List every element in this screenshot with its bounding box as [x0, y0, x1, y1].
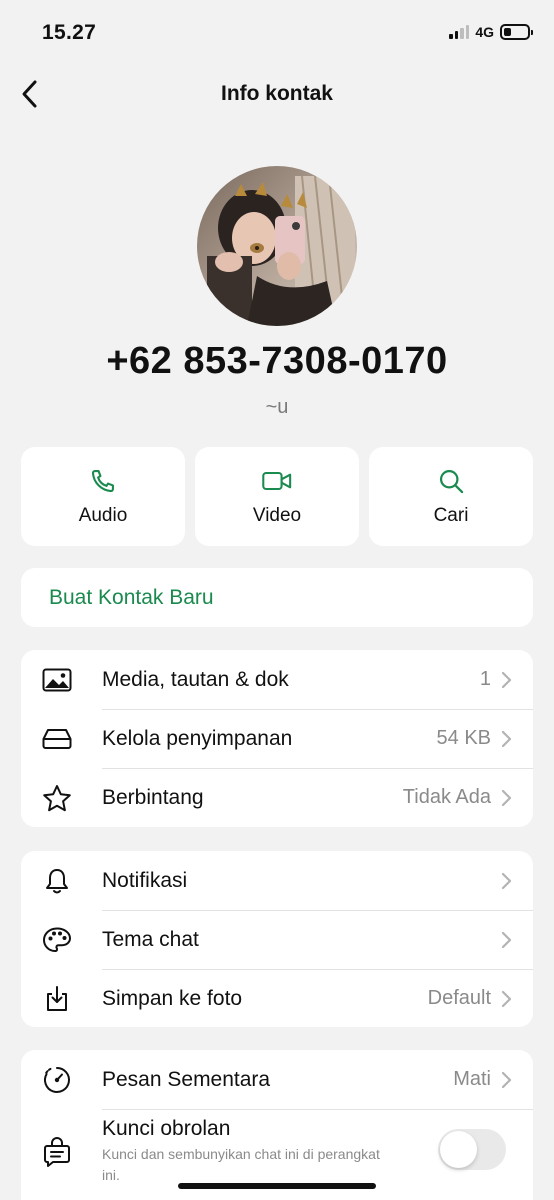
bell-icon: [45, 868, 68, 893]
palette-icon: [42, 927, 71, 952]
chat-theme-row[interactable]: Tema chat: [21, 910, 533, 969]
chat-theme-label: Tema chat: [102, 927, 199, 951]
storage-label: Kelola penyimpanan: [102, 726, 293, 750]
chat-lock-label: Kunci obrolan: [102, 1117, 231, 1140]
starred-value: Tidak Ada: [402, 786, 491, 808]
search-button[interactable]: Cari: [369, 447, 533, 546]
media-links-docs-row[interactable]: Media, tautan & dok 1: [21, 650, 533, 709]
contact-avatar[interactable]: [197, 166, 357, 326]
video-label: Video: [252, 504, 302, 526]
toggle-knob: [440, 1131, 477, 1168]
chat-lock-row[interactable]: Kunci obrolan Kunci dan sembunyikan chat…: [21, 1109, 533, 1193]
save-to-photos-row[interactable]: Simpan ke foto Default: [21, 969, 533, 1027]
search-icon: [439, 469, 464, 493]
starred-row[interactable]: Berbintang Tidak Ada: [21, 768, 533, 827]
audio-call-button[interactable]: Audio: [21, 447, 185, 546]
storage-size: 54 KB: [436, 727, 491, 749]
chevron-right-icon: [501, 730, 512, 747]
chat-lock-icon: [43, 1137, 70, 1167]
media-count: 1: [479, 668, 491, 690]
disappearing-value: Mati: [453, 1068, 491, 1090]
home-indicator: [178, 1183, 376, 1189]
media-section: Media, tautan & dok 1 Kelola penyimpanan…: [21, 650, 533, 827]
image-icon: [42, 668, 71, 691]
timer-icon: [43, 1066, 70, 1093]
notifications-label: Notifikasi: [102, 868, 188, 892]
create-contact-button[interactable]: Buat Kontak Baru: [21, 568, 533, 627]
chat-lock-subtitle: Kunci dan sembunyikan chat ini di perang…: [102, 1146, 380, 1183]
disappearing-messages-row[interactable]: Pesan Sementara Mati: [21, 1050, 533, 1109]
chevron-right-icon: [501, 789, 512, 806]
chevron-right-icon: [501, 872, 512, 889]
contact-phone-number: +62 853-7308-0170: [106, 340, 448, 382]
page-title: Info kontak: [220, 82, 333, 105]
chevron-right-icon: [501, 671, 512, 688]
signal-icon: [449, 25, 470, 39]
status-indicators: 4G: [449, 24, 533, 40]
save-to-photos-value: Default: [427, 987, 491, 1009]
avatar-photo: [197, 166, 357, 326]
storage-icon: [42, 728, 71, 749]
contact-push-name: ~u: [265, 396, 289, 418]
chevron-right-icon: [501, 931, 512, 948]
video-call-button[interactable]: Video: [195, 447, 359, 546]
search-label: Cari: [433, 504, 469, 526]
notifications-row[interactable]: Notifikasi: [21, 851, 533, 910]
media-label: Media, tautan & dok: [102, 667, 289, 691]
chevron-right-icon: [501, 1071, 512, 1088]
privacy-section: Pesan Sementara Mati Kunci obrolan Kunci…: [21, 1050, 533, 1200]
phone-icon: [91, 469, 114, 492]
audio-label: Audio: [78, 504, 128, 526]
status-bar: 15.27 4G: [0, 0, 554, 64]
notification-section: Notifikasi Tema chat Simpan ke foto Defa…: [21, 851, 533, 1027]
disappearing-label: Pesan Sementara: [102, 1067, 271, 1091]
manage-storage-row[interactable]: Kelola penyimpanan 54 KB: [21, 709, 533, 768]
quick-actions: Audio Video Cari: [21, 447, 533, 546]
battery-icon: [500, 24, 533, 40]
status-time: 15.27: [42, 21, 97, 44]
video-icon: [262, 471, 292, 490]
nav-bar: Info kontak: [0, 70, 554, 118]
network-label: 4G: [475, 24, 494, 40]
chevron-right-icon: [501, 990, 512, 1007]
save-photo-icon: [46, 985, 67, 1011]
starred-label: Berbintang: [102, 785, 204, 809]
save-to-photos-label: Simpan ke foto: [102, 986, 243, 1010]
chat-lock-toggle[interactable]: [438, 1129, 506, 1170]
star-icon: [42, 784, 71, 811]
